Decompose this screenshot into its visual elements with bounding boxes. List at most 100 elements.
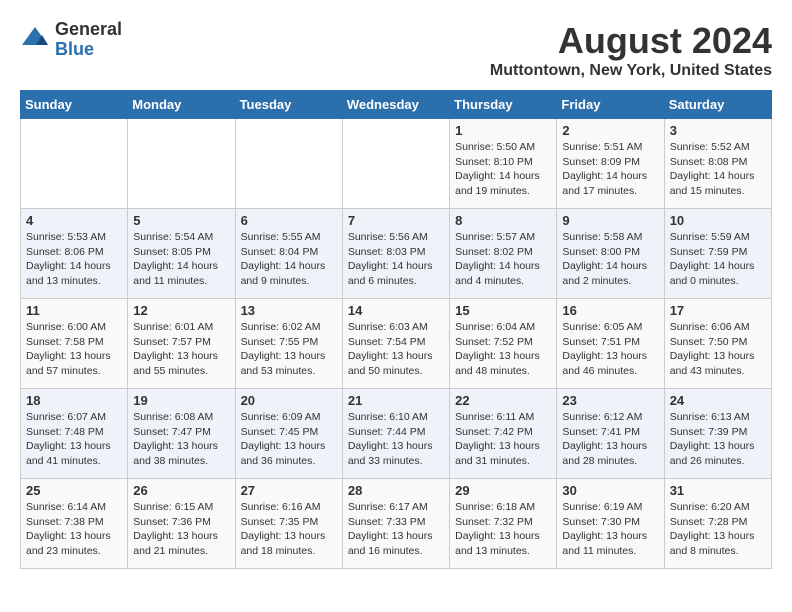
day-info: Sunrise: 5:51 AM Sunset: 8:09 PM Dayligh… xyxy=(562,140,658,199)
calendar-cell: 27Sunrise: 6:16 AM Sunset: 7:35 PM Dayli… xyxy=(235,479,342,569)
calendar-cell: 29 Sunrise: 6:18 AM Sunset: 7:32 PM Dayli… xyxy=(450,479,557,569)
calendar-cell: 9 Sunrise: 5:58 AM Sunset: 8:00 PM Daylig… xyxy=(557,209,664,299)
calendar-cell xyxy=(342,119,449,209)
day-info: Sunrise: 6:17 AM Sunset: 7:33 PM Dayligh… xyxy=(348,500,444,559)
day-number: 3 xyxy=(670,123,766,138)
day-number: 14 xyxy=(348,303,444,318)
calendar-cell: 21 Sunrise: 6:10 AM Sunset: 7:44 PM Dayli… xyxy=(342,389,449,479)
day-number: 23 xyxy=(562,393,658,408)
day-number: 28 xyxy=(348,483,444,498)
day-number: 7 xyxy=(348,213,444,228)
day-number: 17 xyxy=(670,303,766,318)
day-number: 21 xyxy=(348,393,444,408)
day-number: 13 xyxy=(241,303,337,318)
day-number: 5 xyxy=(133,213,229,228)
day-number: 29 xyxy=(455,483,551,498)
day-info: Sunrise: 6:09 AM Sunset: 7:45 PM Dayligh… xyxy=(241,410,337,469)
calendar-cell: 1 Sunrise: 5:50 AM Sunset: 8:10 PM Daylig… xyxy=(450,119,557,209)
header-day: Monday xyxy=(128,91,235,119)
day-number: 1 xyxy=(455,123,551,138)
day-number: 6 xyxy=(241,213,337,228)
day-info: Sunrise: 6:19 AM Sunset: 7:30 PM Dayligh… xyxy=(562,500,658,559)
calendar-cell: 22Sunrise: 6:11 AM Sunset: 7:42 PM Dayli… xyxy=(450,389,557,479)
day-info: Sunrise: 5:58 AM Sunset: 8:00 PM Dayligh… xyxy=(562,230,658,289)
day-info: Sunrise: 5:54 AM Sunset: 8:05 PM Dayligh… xyxy=(133,230,229,289)
title-area: August 2024 Muttontown, New York, United… xyxy=(490,20,772,80)
calendar-cell xyxy=(128,119,235,209)
calendar-cell: 8 Sunrise: 5:57 AM Sunset: 8:02 PM Daylig… xyxy=(450,209,557,299)
header-day: Saturday xyxy=(664,91,771,119)
day-info: Sunrise: 6:00 AM Sunset: 7:58 PM Dayligh… xyxy=(26,320,122,379)
calendar-cell: 14 Sunrise: 6:03 AM Sunset: 7:54 PM Dayli… xyxy=(342,299,449,389)
calendar-cell: 11 Sunrise: 6:00 AM Sunset: 7:58 PM Dayli… xyxy=(21,299,128,389)
day-number: 30 xyxy=(562,483,658,498)
calendar-week: 11 Sunrise: 6:00 AM Sunset: 7:58 PM Dayli… xyxy=(21,299,772,389)
header-day: Sunday xyxy=(21,91,128,119)
day-info: Sunrise: 6:01 AM Sunset: 7:57 PM Dayligh… xyxy=(133,320,229,379)
day-info: Sunrise: 6:10 AM Sunset: 7:44 PM Dayligh… xyxy=(348,410,444,469)
day-info: Sunrise: 6:14 AM Sunset: 7:38 PM Dayligh… xyxy=(26,500,122,559)
day-number: 22 xyxy=(455,393,551,408)
calendar-cell: 12 Sunrise: 6:01 AM Sunset: 7:57 PM Dayli… xyxy=(128,299,235,389)
day-info: Sunrise: 6:03 AM Sunset: 7:54 PM Dayligh… xyxy=(348,320,444,379)
day-info: Sunrise: 5:55 AM Sunset: 8:04 PM Dayligh… xyxy=(241,230,337,289)
day-number: 4 xyxy=(26,213,122,228)
calendar-header: SundayMondayTuesdayWednesdayThursdayFrid… xyxy=(21,91,772,119)
calendar-cell: 30 Sunrise: 6:19 AM Sunset: 7:30 PM Dayli… xyxy=(557,479,664,569)
day-info: Sunrise: 6:18 AM Sunset: 7:32 PM Dayligh… xyxy=(455,500,551,559)
day-info: Sunrise: 5:50 AM Sunset: 8:10 PM Dayligh… xyxy=(455,140,551,199)
calendar-cell: 6 Sunrise: 5:55 AM Sunset: 8:04 PM Daylig… xyxy=(235,209,342,299)
logo-icon xyxy=(20,25,50,55)
day-info: Sunrise: 5:59 AM Sunset: 7:59 PM Dayligh… xyxy=(670,230,766,289)
day-info: Sunrise: 6:06 AM Sunset: 7:50 PM Dayligh… xyxy=(670,320,766,379)
calendar-cell: 24 Sunrise: 6:13 AM Sunset: 7:39 PM Dayli… xyxy=(664,389,771,479)
calendar-cell: 10 Sunrise: 5:59 AM Sunset: 7:59 PM Dayli… xyxy=(664,209,771,299)
day-number: 11 xyxy=(26,303,122,318)
day-number: 24 xyxy=(670,393,766,408)
day-info: Sunrise: 6:04 AM Sunset: 7:52 PM Dayligh… xyxy=(455,320,551,379)
day-number: 10 xyxy=(670,213,766,228)
calendar-week: 25 Sunrise: 6:14 AM Sunset: 7:38 PM Dayli… xyxy=(21,479,772,569)
day-info: Sunrise: 5:52 AM Sunset: 8:08 PM Dayligh… xyxy=(670,140,766,199)
calendar-cell: 15Sunrise: 6:04 AM Sunset: 7:52 PM Dayli… xyxy=(450,299,557,389)
calendar-week: 1 Sunrise: 5:50 AM Sunset: 8:10 PM Daylig… xyxy=(21,119,772,209)
day-info: Sunrise: 5:57 AM Sunset: 8:02 PM Dayligh… xyxy=(455,230,551,289)
calendar-cell: 16Sunrise: 6:05 AM Sunset: 7:51 PM Dayli… xyxy=(557,299,664,389)
calendar-cell: 25 Sunrise: 6:14 AM Sunset: 7:38 PM Dayli… xyxy=(21,479,128,569)
logo: General Blue xyxy=(20,20,122,60)
day-info: Sunrise: 6:13 AM Sunset: 7:39 PM Dayligh… xyxy=(670,410,766,469)
calendar-cell xyxy=(235,119,342,209)
calendar-cell: 18Sunrise: 6:07 AM Sunset: 7:48 PM Dayli… xyxy=(21,389,128,479)
logo-general: General xyxy=(55,20,122,40)
calendar-cell: 7 Sunrise: 5:56 AM Sunset: 8:03 PM Daylig… xyxy=(342,209,449,299)
logo-text: General Blue xyxy=(55,20,122,60)
day-number: 26 xyxy=(133,483,229,498)
calendar-cell xyxy=(21,119,128,209)
location: Muttontown, New York, United States xyxy=(490,62,772,80)
calendar-cell: 23Sunrise: 6:12 AM Sunset: 7:41 PM Dayli… xyxy=(557,389,664,479)
day-number: 18 xyxy=(26,393,122,408)
calendar-week: 4Sunrise: 5:53 AM Sunset: 8:06 PM Daylig… xyxy=(21,209,772,299)
calendar-cell: 2Sunrise: 5:51 AM Sunset: 8:09 PM Daylig… xyxy=(557,119,664,209)
day-info: Sunrise: 5:56 AM Sunset: 8:03 PM Dayligh… xyxy=(348,230,444,289)
day-number: 12 xyxy=(133,303,229,318)
logo-blue: Blue xyxy=(55,40,122,60)
header-day: Friday xyxy=(557,91,664,119)
day-number: 9 xyxy=(562,213,658,228)
day-info: Sunrise: 6:15 AM Sunset: 7:36 PM Dayligh… xyxy=(133,500,229,559)
day-number: 20 xyxy=(241,393,337,408)
calendar-cell: 26 Sunrise: 6:15 AM Sunset: 7:36 PM Dayli… xyxy=(128,479,235,569)
calendar-cell: 13 Sunrise: 6:02 AM Sunset: 7:55 PM Dayli… xyxy=(235,299,342,389)
calendar-week: 18Sunrise: 6:07 AM Sunset: 7:48 PM Dayli… xyxy=(21,389,772,479)
calendar-cell: 19Sunrise: 6:08 AM Sunset: 7:47 PM Dayli… xyxy=(128,389,235,479)
day-info: Sunrise: 6:02 AM Sunset: 7:55 PM Dayligh… xyxy=(241,320,337,379)
page-header: General Blue August 2024 Muttontown, New… xyxy=(20,20,772,80)
header-day: Tuesday xyxy=(235,91,342,119)
day-number: 25 xyxy=(26,483,122,498)
day-info: Sunrise: 6:05 AM Sunset: 7:51 PM Dayligh… xyxy=(562,320,658,379)
calendar-body: 1 Sunrise: 5:50 AM Sunset: 8:10 PM Daylig… xyxy=(21,119,772,569)
day-number: 8 xyxy=(455,213,551,228)
header-row: SundayMondayTuesdayWednesdayThursdayFrid… xyxy=(21,91,772,119)
calendar-cell: 5 Sunrise: 5:54 AM Sunset: 8:05 PM Daylig… xyxy=(128,209,235,299)
day-number: 19 xyxy=(133,393,229,408)
